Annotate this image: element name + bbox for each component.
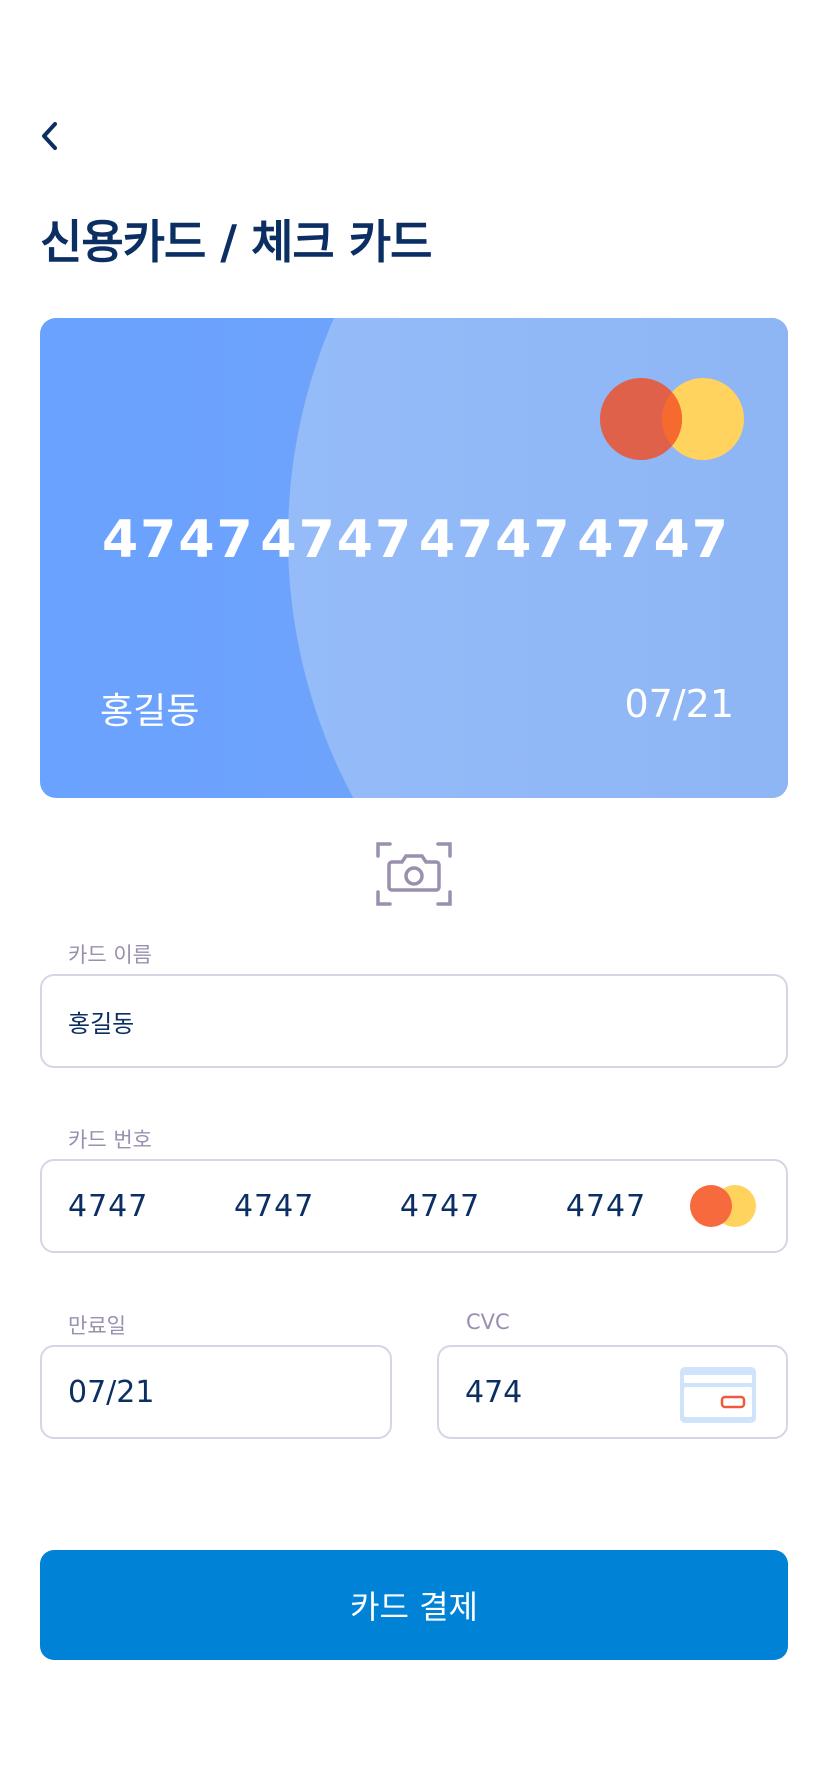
- card-number-label: 카드 번호: [68, 1128, 152, 1152]
- card-number-group: 4747: [102, 510, 255, 570]
- cvc-field[interactable]: [437, 1345, 788, 1439]
- card-number-group: 4747: [577, 510, 730, 570]
- expiry-label: 만료일: [68, 1314, 126, 1338]
- card-preview: 4747 4747 4747 4747 홍길동 07/21: [40, 318, 788, 798]
- card-name-field[interactable]: [40, 974, 788, 1068]
- card-name-label: 카드 이름: [68, 943, 152, 967]
- card-back-cvc-icon: [680, 1367, 756, 1423]
- cvc-label: CVC: [466, 1310, 510, 1334]
- expiry-input[interactable]: [68, 1374, 390, 1410]
- chevron-left-icon: [42, 122, 57, 150]
- card-number-input[interactable]: [68, 1188, 786, 1224]
- card-name-input[interactable]: [68, 1007, 786, 1035]
- card-number-display: 4747 4747 4747 4747: [40, 510, 788, 570]
- page-title: 신용카드 / 체크 카드: [40, 215, 432, 269]
- card-holder-name: 홍길동: [100, 691, 200, 732]
- card-number-group: 4747: [418, 510, 572, 570]
- card-expiry: 07/21: [624, 682, 734, 726]
- expiry-field[interactable]: [40, 1345, 392, 1439]
- back-button[interactable]: [34, 118, 64, 154]
- camera-scan-icon: [376, 842, 452, 906]
- pay-button[interactable]: 카드 결제: [40, 1550, 788, 1660]
- mastercard-overlap: [662, 378, 744, 460]
- card-number-group: 4747: [260, 510, 414, 570]
- card-number-field[interactable]: [40, 1159, 788, 1253]
- camera-scan-button[interactable]: [376, 842, 452, 906]
- mastercard-logo-icon: [690, 1185, 756, 1227]
